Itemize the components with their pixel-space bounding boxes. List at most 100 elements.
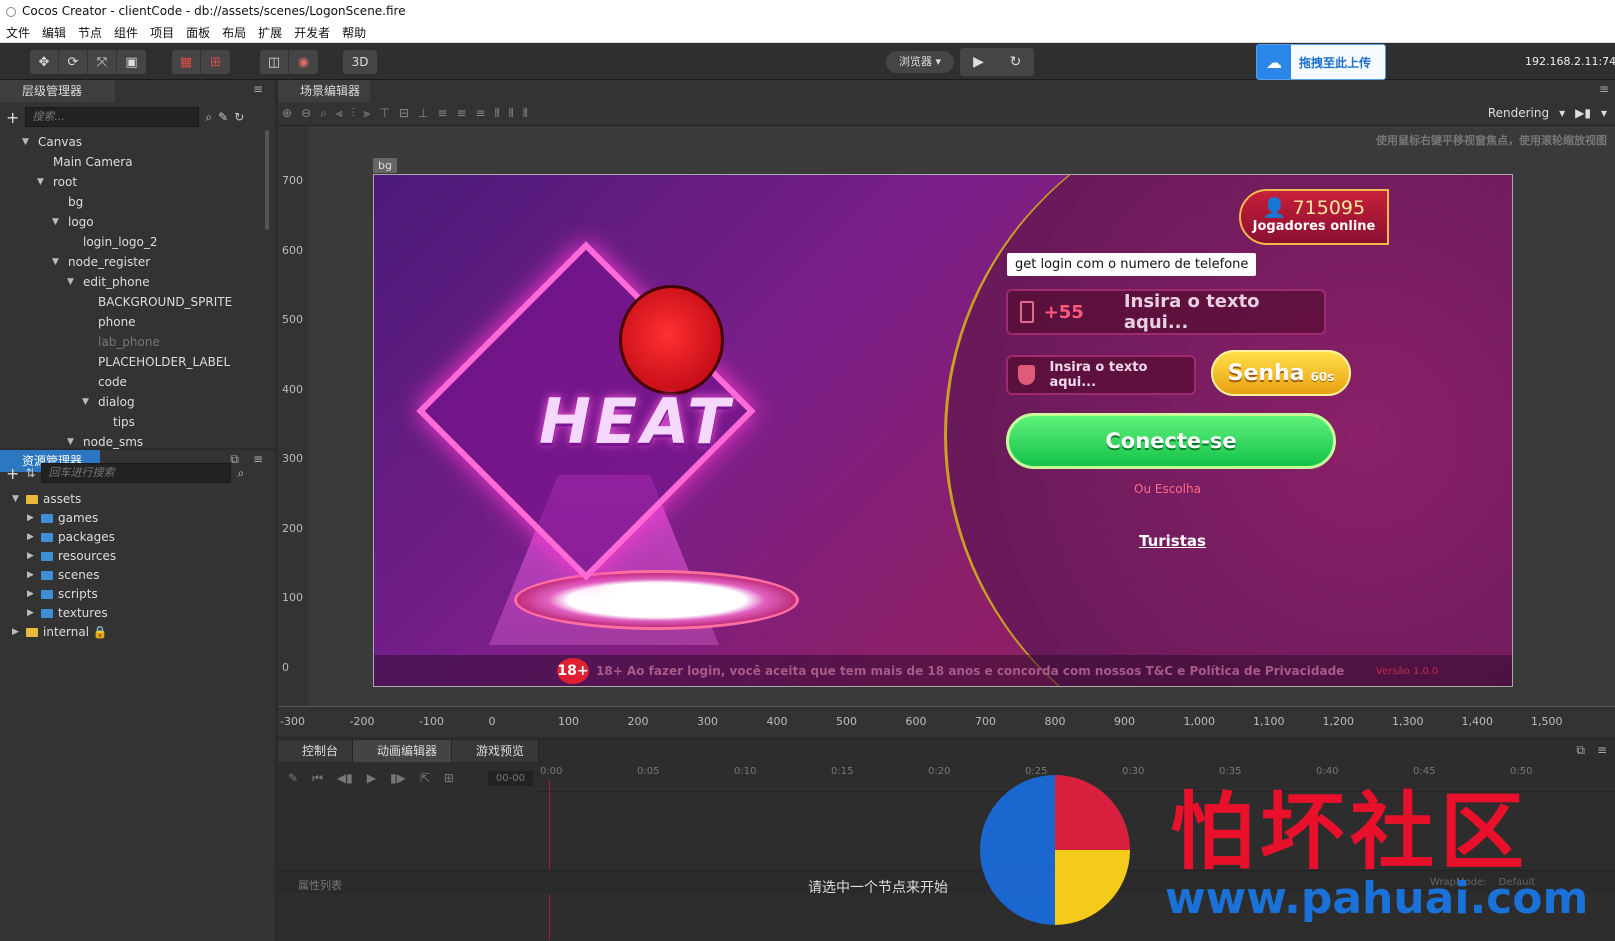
scene-menu-icon[interactable]: ≡	[1599, 82, 1609, 96]
play-animation-icon[interactable]: ▶	[367, 771, 376, 785]
align-top-icon[interactable]: ⊤	[379, 106, 389, 121]
refresh-icon[interactable]: ↻	[234, 110, 244, 124]
tree-node[interactable]: bg	[0, 192, 268, 212]
menu-item-3[interactable]: 组件	[108, 23, 144, 42]
expand-arrow-icon[interactable]: ▶	[27, 547, 34, 566]
asset-item[interactable]: ▶ scripts	[0, 585, 268, 604]
expand-arrow-icon[interactable]: ▶	[27, 566, 34, 585]
tree-node[interactable]: Main Camera	[0, 152, 268, 172]
first-frame-icon[interactable]: ⏮	[312, 771, 323, 786]
add-event-icon[interactable]: ⇱	[420, 771, 430, 785]
expand-arrow-icon[interactable]: ▶	[27, 604, 34, 623]
expand-arrow-icon[interactable]: ▶	[27, 528, 34, 547]
bottom-tab[interactable]: 游戏预览	[452, 740, 540, 762]
bottom-tab[interactable]: 控制台	[278, 740, 354, 762]
locate-icon[interactable]: ✎	[218, 110, 228, 124]
expand-arrow-icon[interactable]: ▼	[12, 490, 19, 509]
sort-icon[interactable]: ⇅	[25, 466, 35, 480]
menu-item-1[interactable]: 编辑	[36, 23, 72, 42]
align-left-icon[interactable]: ⫷	[336, 106, 343, 121]
camera-icon[interactable]: ▶▮	[1575, 106, 1591, 120]
refresh-icon[interactable]: ↻	[997, 48, 1034, 76]
expand-arrow-icon[interactable]: ▼	[22, 132, 29, 152]
next-frame-icon[interactable]: ▮▶	[390, 771, 406, 785]
rendering-select[interactable]: Rendering	[1488, 106, 1549, 120]
tab-hierarchy[interactable]: 层级管理器	[0, 80, 115, 102]
tree-node[interactable]: ▼ logo	[0, 212, 268, 232]
preview-ip-address[interactable]: 192.168.2.11:745	[1525, 55, 1615, 68]
menu-item-5[interactable]: 面板	[180, 23, 216, 42]
move-tool-icon[interactable]: ✥	[30, 50, 59, 74]
asset-item[interactable]: ▼ assets	[0, 490, 268, 509]
zoom-in-icon[interactable]: ⊕	[282, 106, 292, 121]
expand-arrow-icon[interactable]: ▶	[27, 585, 34, 604]
distribute-hcenter-icon[interactable]: ⫴	[509, 106, 514, 121]
tourists-link[interactable]: Turistas	[1139, 532, 1206, 550]
expand-arrow-icon[interactable]: ▼	[67, 432, 74, 452]
menu-item-2[interactable]: 节点	[72, 23, 108, 42]
tree-node[interactable]: ▼ root	[0, 172, 268, 192]
local-icon[interactable]: ⊞	[201, 50, 230, 74]
add-node-icon[interactable]: +	[6, 108, 19, 127]
pivot-icon[interactable]: ▦	[172, 50, 201, 74]
bottom-tab[interactable]: 动画编辑器	[353, 740, 453, 762]
preview-platform-select[interactable]: 浏览器 ▾	[886, 51, 954, 73]
hierarchy-search-input[interactable]: 搜索...	[25, 107, 200, 127]
expand-arrow-icon[interactable]: ▼	[82, 392, 89, 412]
menu-item-4[interactable]: 项目	[144, 23, 180, 42]
tree-node[interactable]: code	[0, 372, 268, 392]
asset-item[interactable]: ▶ textures	[0, 604, 268, 623]
hierarchy-menu-icon[interactable]: ≡	[253, 82, 263, 96]
expand-arrow-icon[interactable]: ▶	[27, 509, 34, 528]
edit-icon[interactable]: ✎	[288, 771, 298, 785]
tree-node[interactable]: ▼ edit_phone	[0, 272, 268, 292]
record-icon[interactable]: ◉	[289, 50, 318, 74]
scale-tool-icon[interactable]: ⤧	[88, 50, 117, 74]
tab-scene-editor[interactable]: 场景编辑器	[278, 80, 370, 102]
tree-node[interactable]: BACKGROUND_SPRITE	[0, 292, 268, 312]
asset-item[interactable]: ▶ internal 🔒	[0, 623, 268, 642]
distribute-top-icon[interactable]: ≡	[437, 106, 447, 121]
game-canvas[interactable]: HEAT 👤 715095 Jogadores online get login…	[373, 174, 1513, 687]
expand-arrow-icon[interactable]: ▼	[37, 172, 44, 192]
menu-item-0[interactable]: 文件	[0, 23, 36, 42]
connect-button[interactable]: Conecte-se	[1006, 413, 1336, 469]
code-input[interactable]: Insira o texto aqui...	[1006, 355, 1196, 395]
assets-menu-icon[interactable]: ≡	[253, 452, 263, 466]
asset-item[interactable]: ▶ games	[0, 509, 268, 528]
menu-item-6[interactable]: 布局	[216, 23, 252, 42]
timeline-playhead[interactable]	[549, 780, 550, 940]
tree-node[interactable]: PLACEHOLDER_LABEL	[0, 352, 268, 372]
tree-node[interactable]: tips	[0, 412, 268, 432]
distribute-vcenter-icon[interactable]: ≡	[456, 106, 466, 121]
align-right-icon[interactable]: ⫸	[364, 106, 371, 121]
menu-item-9[interactable]: 帮助	[336, 23, 372, 42]
senha-button[interactable]: Senha 60s	[1211, 350, 1351, 396]
bottom-menu-icon[interactable]: ≡	[1597, 743, 1607, 757]
play-icon[interactable]: ▶	[960, 48, 997, 76]
tree-node[interactable]: ▼ node_sms	[0, 432, 268, 452]
rotate-tool-icon[interactable]: ⟳	[59, 50, 88, 74]
zoom-reset-icon[interactable]: ⌕	[320, 106, 327, 121]
menu-item-8[interactable]: 开发者	[288, 23, 336, 42]
distribute-bottom-icon[interactable]: ≡	[476, 106, 486, 121]
tree-node[interactable]: phone	[0, 312, 268, 332]
tree-node[interactable]: login_logo_2	[0, 232, 268, 252]
rendering-dropdown-icon[interactable]: ▾	[1559, 106, 1565, 120]
prev-frame-icon[interactable]: ◀▮	[337, 771, 353, 785]
expand-arrow-icon[interactable]: ▼	[52, 212, 59, 232]
asset-item[interactable]: ▶ resources	[0, 547, 268, 566]
snap-icon[interactable]: ◫	[260, 50, 289, 74]
drag-upload-button[interactable]: ☁ 拖拽至此上传	[1256, 44, 1386, 80]
frame-input[interactable]: 00-00	[487, 770, 533, 786]
tree-node[interactable]: ▼ node_register	[0, 252, 268, 272]
asset-item[interactable]: ▶ packages	[0, 528, 268, 547]
expand-arrow-icon[interactable]: ▼	[52, 252, 59, 272]
distribute-right-icon[interactable]: ⫴	[523, 106, 528, 121]
zoom-out-icon[interactable]: ⊖	[301, 106, 311, 121]
tree-node[interactable]: ▼ dialog	[0, 392, 268, 412]
menu-item-7[interactable]: 扩展	[252, 23, 288, 42]
rect-tool-icon[interactable]: ▣	[117, 50, 146, 74]
align-vcenter-icon[interactable]: ⊟	[399, 106, 409, 121]
align-hcenter-icon[interactable]: ⫶	[352, 106, 355, 121]
